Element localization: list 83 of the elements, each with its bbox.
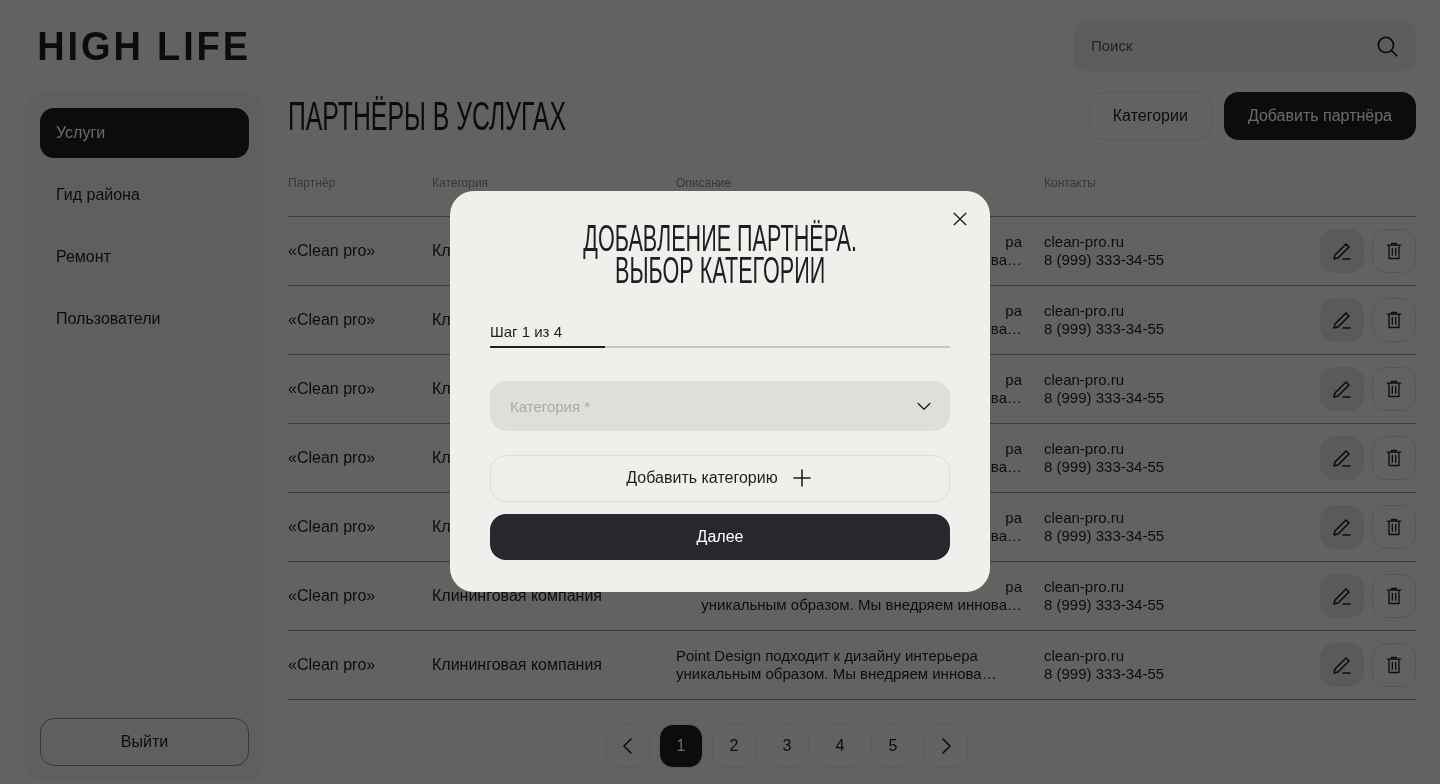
table-cell-text: «Clean pro»: [288, 587, 377, 605]
step-label: Шаг 1 из 4: [490, 323, 563, 340]
description-line: ва…: [990, 527, 1022, 545]
next-button[interactable]: Далее: [490, 513, 950, 560]
description-line: ва…: [990, 389, 1022, 407]
website-text: clean-pro.ru: [1044, 371, 1125, 389]
description-line: уникальным образом. Мы внедряем иннова…: [701, 596, 1022, 614]
add-category-button[interactable]: Добавить категорию: [490, 455, 950, 502]
delete-button[interactable]: [1372, 643, 1416, 687]
website-text: clean-pro.ru: [1044, 302, 1125, 320]
trash-icon: [1384, 586, 1404, 606]
description-line: ра: [1005, 302, 1022, 320]
page-button[interactable]: 5: [871, 724, 915, 768]
page-button[interactable]: 3: [765, 724, 809, 768]
delete-button[interactable]: [1372, 574, 1416, 618]
previous-page-button[interactable]: [606, 724, 650, 768]
description-line: Point Design подходит к дизайну интерьера: [676, 647, 978, 665]
edit-button[interactable]: [1320, 505, 1364, 549]
sidebar-item[interactable]: Гид района: [40, 170, 249, 220]
table-cell-text: Кл: [432, 449, 452, 467]
search-field[interactable]: Поиск: [1073, 20, 1416, 71]
table-cell-text: «Clean pro»: [288, 311, 377, 329]
sidebar-item[interactable]: Ремонт: [40, 232, 249, 282]
trash-icon: [1384, 379, 1404, 399]
description-line: ра: [1005, 509, 1022, 527]
edit-button[interactable]: [1320, 436, 1364, 480]
sidebar-item[interactable]: Услуги: [40, 108, 249, 158]
next-page-button[interactable]: [924, 724, 968, 768]
description-line: ра: [1005, 371, 1022, 389]
website-text: clean-pro.ru: [1044, 578, 1125, 596]
edit-button[interactable]: [1320, 574, 1364, 618]
page-button[interactable]: 4: [818, 724, 862, 768]
table-cell-text: Кл: [432, 311, 452, 329]
table-cell-text: Клининговая компания: [432, 656, 603, 674]
table-cell-text: Клининговая компания: [432, 587, 603, 605]
phone-text: 8 (999) 333-34-55: [1044, 596, 1165, 614]
table-cell-text: «Clean pro»: [288, 380, 377, 398]
delete-button[interactable]: [1372, 367, 1416, 411]
phone-text: 8 (999) 333-34-55: [1044, 320, 1165, 338]
description-line: ва…: [990, 251, 1022, 269]
trash-icon: [1384, 448, 1404, 468]
delete-button[interactable]: [1372, 436, 1416, 480]
table-cell-text: Кл: [432, 518, 452, 536]
table-cell-text: «Clean pro»: [288, 518, 377, 536]
description-line: ра: [1005, 440, 1022, 458]
delete-button[interactable]: [1372, 229, 1416, 273]
edit-button[interactable]: [1320, 643, 1364, 687]
page-button[interactable]: 2: [712, 724, 756, 768]
table-cell-text: Кл: [432, 380, 452, 398]
trash-icon: [1384, 310, 1404, 330]
phone-text: 8 (999) 333-34-55: [1044, 458, 1165, 476]
logout-button[interactable]: Выйти: [40, 718, 249, 766]
website-text: clean-pro.ru: [1044, 440, 1125, 458]
categories-button[interactable]: Категории: [1088, 92, 1212, 140]
description-line: ва…: [990, 458, 1022, 476]
logo: HIGH LIFE: [36, 23, 252, 69]
description-line: уникальным образом. Мы внедряем иннова…: [676, 665, 997, 683]
page-title: ПАРТНЁРЫ В УСЛУГАХ: [288, 93, 566, 139]
table-cell-text: «Clean pro»: [288, 449, 377, 467]
add-partner-button[interactable]: Добавить партнёра: [1223, 92, 1416, 140]
sidebar-item[interactable]: Пользователи: [40, 294, 249, 344]
trash-icon: [1384, 655, 1404, 675]
delete-button[interactable]: [1372, 505, 1416, 549]
description-line: ва…: [990, 320, 1022, 338]
trash-icon: [1384, 241, 1404, 261]
table-cell-text: «Clean pro»: [288, 656, 377, 674]
website-text: clean-pro.ru: [1044, 509, 1125, 527]
description-line: ра: [1005, 233, 1022, 251]
page-button[interactable]: 1: [659, 724, 703, 768]
edit-button[interactable]: [1320, 229, 1364, 273]
delete-button[interactable]: [1372, 298, 1416, 342]
phone-text: 8 (999) 333-34-55: [1044, 527, 1165, 545]
website-text: clean-pro.ru: [1044, 233, 1125, 251]
search-input[interactable]: Поиск: [1089, 36, 1329, 55]
edit-button[interactable]: [1320, 367, 1364, 411]
phone-text: 8 (999) 333-34-55: [1044, 665, 1165, 683]
edit-button[interactable]: [1320, 298, 1364, 342]
phone-text: 8 (999) 333-34-55: [1044, 389, 1165, 407]
website-text: clean-pro.ru: [1044, 647, 1125, 665]
phone-text: 8 (999) 333-34-55: [1044, 251, 1165, 269]
trash-icon: [1384, 517, 1404, 537]
description-line: ра: [1005, 578, 1022, 596]
table-cell-text: «Clean pro»: [288, 242, 377, 260]
